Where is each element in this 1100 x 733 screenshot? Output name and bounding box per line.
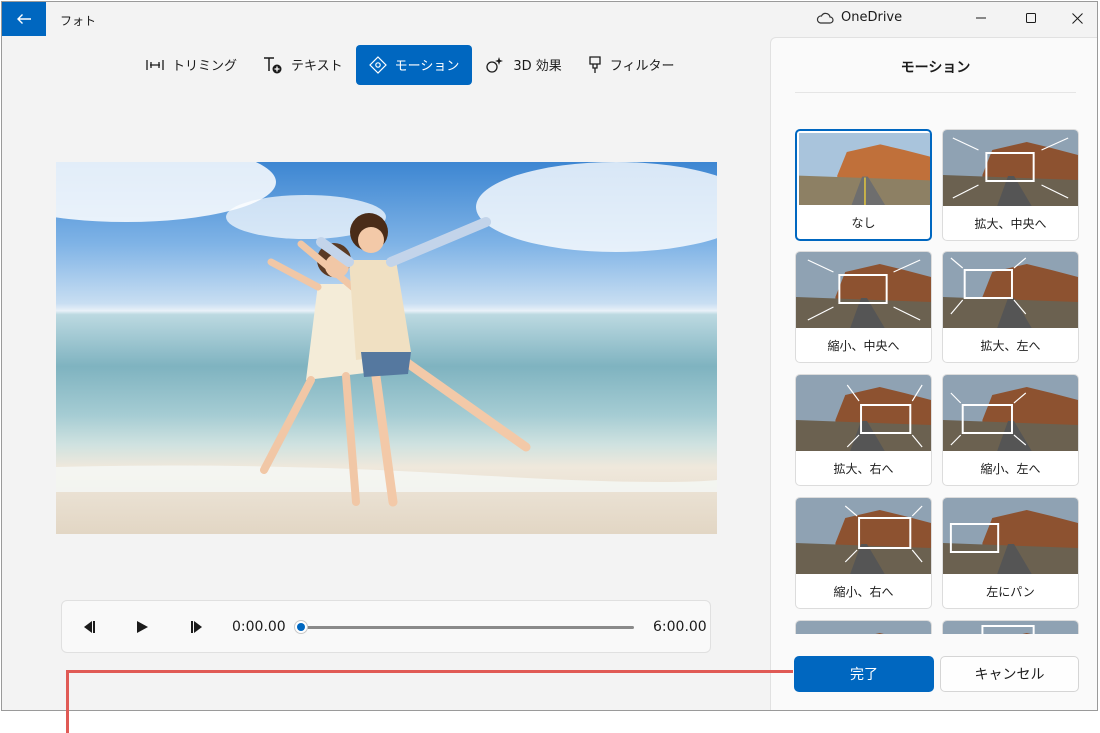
app-title: フォト [60,14,97,28]
tool-trim[interactable]: トリミング [133,45,250,85]
tool-text-label: テキスト [291,59,343,74]
motion-option-zoom-out-left[interactable]: 縮小、左へ [942,374,1079,486]
road-thumbnail [943,621,1078,634]
motion-option-none[interactable]: なし [795,129,932,241]
beach-photo [56,162,717,507]
callout-line [66,670,793,673]
tool-3d-effects-label: 3D 効果 [513,59,562,74]
filter-icon [589,55,601,73]
previous-frame-button[interactable] [76,615,100,639]
zoom-in-center-thumbnail [943,130,1078,206]
road-thumbnail [796,621,931,634]
photos-app-window: フォト OneDrive トリミング テキスト モーション 3D 効果 フィルタ… [1,1,1098,711]
minimize-icon [976,17,986,19]
close-button[interactable] [1054,2,1097,34]
motion-option-pan-left[interactable]: 左にパン [942,497,1079,609]
tool-motion-label: モーション [394,59,460,74]
trim-icon [146,59,164,70]
onedrive-status[interactable]: OneDrive [816,10,902,25]
seek-track[interactable] [302,626,634,629]
divider [795,92,1076,93]
previous-frame-icon [84,621,95,633]
next-frame-icon [191,621,202,633]
duration: 6:00.00 [653,619,707,635]
back-arrow-icon [17,14,31,24]
photo-preview [56,162,717,534]
current-time: 0:00.00 [232,619,286,635]
motion-option-partial[interactable] [942,620,1079,634]
motion-option-zoom-in-left[interactable]: 拡大、左へ [942,251,1079,363]
onedrive-label: OneDrive [841,10,903,25]
panel-title: モーション [900,60,971,76]
motion-option-label: 縮小、左へ [980,461,1041,476]
motion-option-label: 拡大、左へ [980,338,1041,353]
zoom-out-left-thumbnail [943,375,1078,451]
motion-option-zoom-out-center[interactable]: 縮小、中央へ [795,251,932,363]
tool-filter-label: フィルター [609,59,675,74]
zoom-in-right-thumbnail [796,375,931,451]
zoom-out-right-thumbnail [796,498,931,574]
motion-option-label: 左にパン [986,584,1035,599]
tool-text[interactable]: テキスト [250,45,356,85]
zoom-in-left-thumbnail [943,252,1078,328]
callout-line [66,670,69,733]
playback-bar: 0:00.00 6:00.00 [61,600,711,653]
motion-options-grid[interactable]: なし 拡大、中央へ 縮小、中央へ 拡大、左へ 拡大、右へ 縮小、左へ 縮小、右へ… [795,129,1083,634]
motion-option-zoom-in-center[interactable]: 拡大、中央へ [942,129,1079,241]
tool-filter[interactable]: フィルター [575,45,688,85]
cloud-icon [816,12,834,24]
road-thumbnail [799,133,930,205]
motion-option-label: 拡大、中央へ [974,216,1047,231]
back-button[interactable] [2,2,46,36]
cancel-button[interactable]: キャンセル [940,656,1079,692]
motion-option-zoom-in-right[interactable]: 拡大、右へ [795,374,932,486]
maximize-button[interactable] [1008,2,1054,34]
motion-icon [368,55,387,74]
motion-option-partial[interactable] [795,620,932,634]
play-button[interactable] [130,615,154,639]
play-icon [137,621,148,633]
pan-left-thumbnail [943,498,1078,574]
motion-option-label: 縮小、右へ [833,584,894,599]
motion-option-zoom-out-right[interactable]: 縮小、右へ [795,497,932,609]
motion-option-label: 拡大、右へ [833,461,894,476]
done-button[interactable]: 完了 [794,656,934,692]
edit-toolbar: トリミング テキスト モーション 3D 効果 フィルター [133,44,688,85]
3d-effects-icon [486,56,504,73]
next-frame-button[interactable] [186,615,210,639]
zoom-out-center-thumbnail [796,252,931,328]
tool-3d-effects[interactable]: 3D 効果 [472,45,574,85]
seek-handle[interactable] [294,620,308,634]
close-icon [1071,12,1083,24]
motion-option-label: なし [851,215,876,230]
tool-trim-label: トリミング [172,59,238,74]
motion-panel: モーション なし 拡大、中央へ 縮小、中央へ 拡大、左へ 拡大、右へ 縮小、左へ… [770,37,1097,710]
minimize-button[interactable] [958,2,1004,34]
motion-option-label: 縮小、中央へ [827,338,900,353]
tool-motion[interactable]: モーション [355,44,473,85]
maximize-icon [1026,13,1036,23]
text-add-icon [264,56,282,73]
